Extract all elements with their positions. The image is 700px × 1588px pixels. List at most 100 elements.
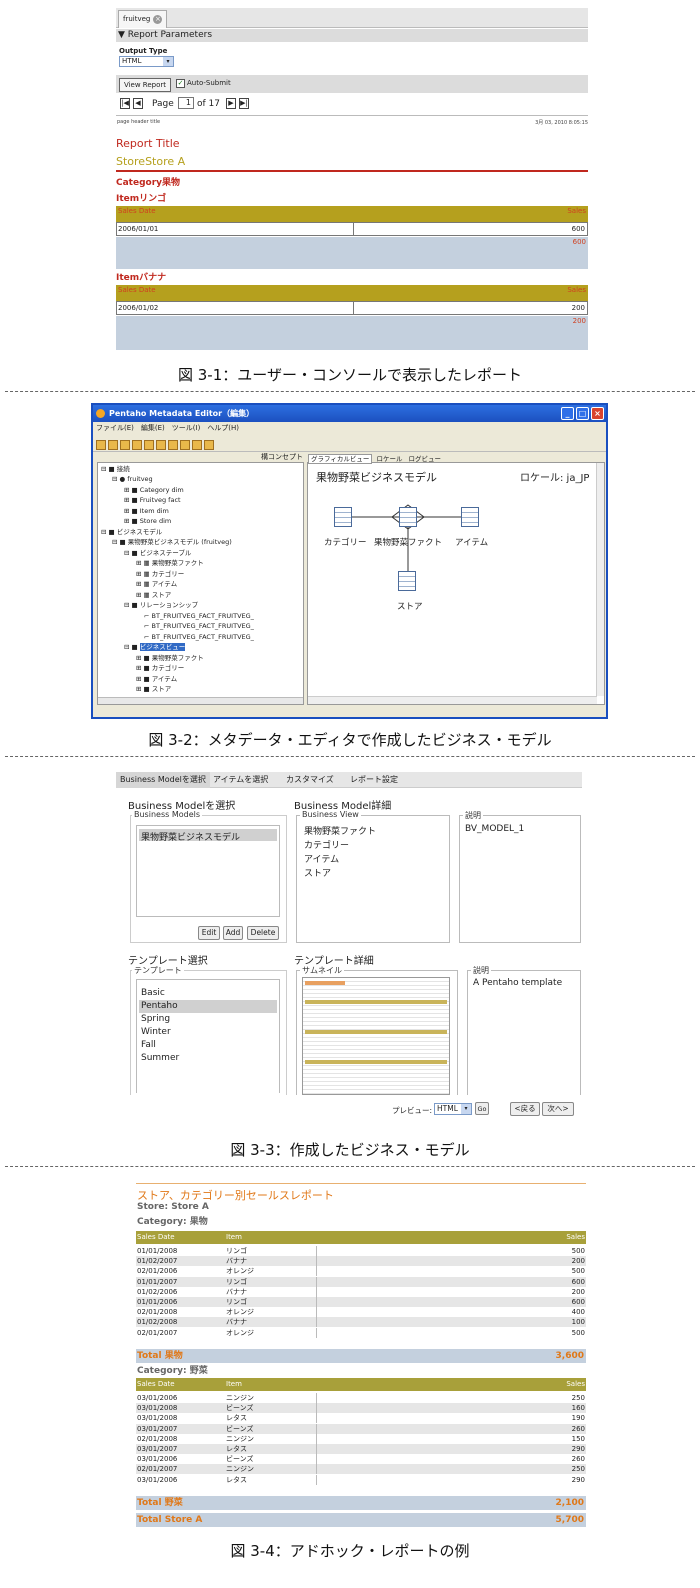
tree-node[interactable]: ⊞ ■ ストア bbox=[136, 685, 171, 693]
list-item[interactable]: Summer bbox=[141, 1053, 179, 1063]
tree-node[interactable]: ⊞ ■ カテゴリー bbox=[136, 664, 184, 672]
tree-node[interactable]: ⊞ ▦ ストア bbox=[136, 591, 171, 599]
debug-icon[interactable] bbox=[180, 440, 190, 450]
close-icon[interactable]: × bbox=[153, 15, 163, 24]
tree-node[interactable]: ⊞ ▦ アイテム bbox=[136, 580, 177, 588]
go-button[interactable]: Go bbox=[475, 1102, 489, 1115]
tree-node[interactable]: ⌐ BT_FRUITVEG_FACT_FRUITVEG_ bbox=[144, 612, 254, 620]
tab-log-view[interactable]: ログビュー bbox=[407, 455, 444, 463]
print-icon[interactable] bbox=[144, 440, 154, 450]
tab-fruitveg[interactable]: fruitveg × bbox=[118, 10, 168, 28]
list-item[interactable]: 果物野菜ファクト bbox=[304, 824, 376, 837]
page-input[interactable]: 1 bbox=[178, 97, 194, 109]
list-item[interactable]: 果物野菜ビジネスモデル bbox=[141, 830, 240, 843]
cell-divider bbox=[316, 1454, 317, 1465]
bm-list[interactable]: 果物野菜ビジネスモデル bbox=[136, 825, 280, 917]
copy-icon[interactable] bbox=[204, 440, 214, 450]
list-item[interactable]: Fall bbox=[141, 1040, 156, 1050]
tree-node[interactable]: ⌐ BT_FRUITVEG_FACT_FRUITVEG_ bbox=[144, 633, 254, 641]
tree-node[interactable]: ⊞ ▦ カテゴリー bbox=[136, 570, 184, 578]
figure-metadata-editor: Pentaho Metadata Editor（編集） _ □ × ファイル(E… bbox=[91, 403, 608, 719]
column-header: Sales bbox=[566, 1233, 585, 1241]
output-type-select[interactable]: HTML ▾ bbox=[119, 56, 174, 67]
next-page-icon[interactable]: ▶ bbox=[226, 98, 236, 109]
edit-icon[interactable] bbox=[156, 440, 166, 450]
params-header-label: Report Parameters bbox=[127, 30, 213, 40]
next-button[interactable]: 次へ> bbox=[542, 1102, 574, 1116]
auto-submit-checkbox[interactable]: ✓ bbox=[176, 79, 185, 88]
tree-node[interactable]: ⊟ ● fruitveg bbox=[112, 475, 153, 483]
report-group: Sales Date Item Sales 01/01/2008 リンゴ 500 01/02… bbox=[136, 1231, 586, 1338]
tree-node[interactable]: ⊟ ■ 果物野菜ビジネスモデル (fruitveg) bbox=[112, 538, 232, 546]
list-item[interactable]: カテゴリー bbox=[304, 838, 349, 851]
tree-node[interactable]: ⊞ ■ Item dim bbox=[124, 507, 169, 515]
run-icon[interactable] bbox=[168, 440, 178, 450]
open-icon[interactable] bbox=[108, 440, 118, 450]
first-page-icon[interactable]: |◀ bbox=[120, 98, 130, 109]
tree-node[interactable]: ⊞ ▦ 果物野菜ファクト bbox=[136, 559, 204, 567]
tree-node[interactable]: ⊞ ■ Store dim bbox=[124, 517, 171, 525]
menu-tools[interactable]: ツール(I) bbox=[172, 424, 201, 432]
table-cell: オレンジ bbox=[226, 1267, 254, 1276]
save-as-icon[interactable] bbox=[132, 440, 142, 450]
table-node-item[interactable] bbox=[461, 507, 479, 527]
minimize-icon[interactable]: _ bbox=[561, 407, 574, 420]
tree-tab[interactable]: 構コンセプト bbox=[261, 452, 303, 462]
params-header[interactable]: ▼ Report Parameters bbox=[116, 29, 588, 42]
node-label: 果物野菜ファクト bbox=[374, 538, 443, 548]
tree-node[interactable]: ⊞ ■ Fruitveg fact bbox=[124, 496, 181, 504]
back-button[interactable]: <戻る bbox=[510, 1102, 540, 1116]
tree-node[interactable]: ⌐ BT_FRUITVEG_FACT_FRUITVEG_ bbox=[144, 622, 254, 630]
close-icon[interactable]: × bbox=[591, 407, 604, 420]
menu-edit[interactable]: 編集(E) bbox=[141, 424, 165, 432]
column-header: Item bbox=[226, 1233, 242, 1241]
tree-node[interactable]: ⊟ ■ ビジネスモデル bbox=[101, 528, 162, 536]
delete-button[interactable]: Delete bbox=[247, 926, 279, 940]
table-cell: ビーンズ bbox=[226, 1404, 254, 1413]
tree-node[interactable]: ⊞ ■ 果物野菜ファクト bbox=[136, 654, 204, 662]
horizontal-scrollbar[interactable] bbox=[98, 697, 303, 704]
tree-node-connections[interactable]: ⊟ ■ 接続 bbox=[101, 465, 130, 473]
menu-help[interactable]: ヘルプ(H) bbox=[207, 424, 239, 432]
report-date: 3月 03, 2010 8:05:15 bbox=[535, 120, 588, 126]
maximize-icon[interactable]: □ bbox=[576, 407, 589, 420]
tree-node[interactable]: ⊟ ■ ビジネステーブル bbox=[124, 549, 191, 557]
vertical-scrollbar[interactable] bbox=[596, 463, 604, 696]
table-node-fact[interactable] bbox=[399, 507, 417, 527]
edit-button[interactable]: Edit bbox=[198, 926, 220, 940]
list-item[interactable]: Basic bbox=[141, 988, 165, 998]
save-icon[interactable] bbox=[120, 440, 130, 450]
table-cell: 01/02/2006 bbox=[137, 1287, 178, 1296]
list-item[interactable]: Spring bbox=[141, 1014, 170, 1024]
preview-select[interactable]: HTML ▾ bbox=[434, 1103, 472, 1115]
tree-node-selected[interactable]: ⊟ ■ ビジネスビュー bbox=[124, 643, 186, 651]
tree-node[interactable]: ⊞ ■ Category dim bbox=[124, 486, 184, 494]
list-item[interactable]: Pentaho bbox=[141, 1001, 178, 1011]
tree-node[interactable]: ⊞ ■ アイテム bbox=[136, 675, 177, 683]
list-item[interactable]: アイテム bbox=[304, 852, 339, 865]
menu-file[interactable]: ファイル(E) bbox=[96, 424, 134, 432]
table-node-store[interactable] bbox=[398, 571, 416, 591]
tpl-list[interactable]: Basic Pentaho Spring Winter Fall Summer bbox=[136, 979, 280, 1093]
wizard-icon[interactable] bbox=[192, 440, 202, 450]
list-item[interactable]: ストア bbox=[304, 866, 331, 879]
cell-divider bbox=[316, 1403, 317, 1414]
step-select-model[interactable]: Business Modelを選択 bbox=[116, 772, 210, 788]
figure-adhoc-report: ストア、カテゴリー別セールスレポート Store: Store A Catego… bbox=[136, 1183, 586, 1528]
last-page-icon[interactable]: ▶| bbox=[239, 98, 249, 109]
step-customize[interactable]: カスタマイズ bbox=[286, 772, 334, 788]
add-button[interactable]: Add bbox=[223, 926, 243, 940]
step-select-items[interactable]: アイテムを選択 bbox=[213, 772, 268, 788]
view-report-button[interactable]: View Report bbox=[119, 78, 171, 92]
step-report-settings[interactable]: レポート設定 bbox=[350, 772, 398, 788]
horizontal-scrollbar[interactable] bbox=[308, 696, 597, 704]
cell-divider bbox=[316, 1474, 317, 1485]
new-icon[interactable] bbox=[96, 440, 106, 450]
prev-page-icon[interactable]: ◀ bbox=[133, 98, 143, 109]
list-item[interactable]: Winter bbox=[141, 1027, 171, 1037]
table-node-category[interactable] bbox=[334, 507, 352, 527]
tree-node[interactable]: ⊟ ■ リレーションシップ bbox=[124, 601, 198, 609]
window-title: Pentaho Metadata Editor（編集） bbox=[109, 409, 255, 418]
table-cell: ニンジン bbox=[226, 1394, 254, 1402]
tab-locale[interactable]: ロケール bbox=[374, 455, 404, 463]
